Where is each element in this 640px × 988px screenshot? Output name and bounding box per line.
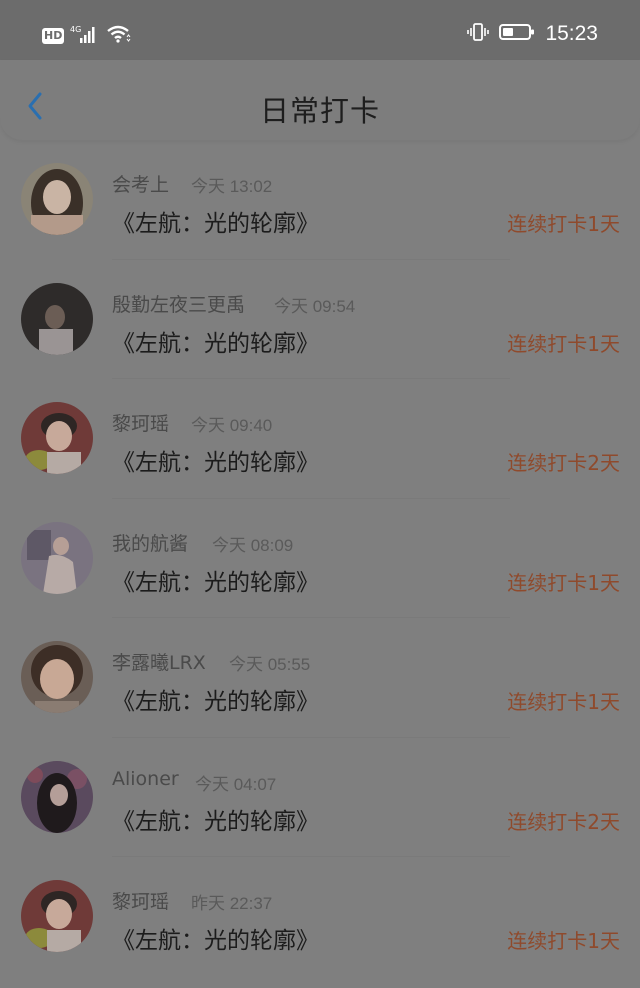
checkin-time: 今天 05:55	[229, 655, 311, 674]
checkin-list: 会考上 今天 13:02 《左航：光的轮廓》 连续打卡1天 殷勤左夜三更禹 今天…	[0, 140, 640, 977]
streak-label: 连续打卡1天	[507, 570, 620, 595]
username: 我的航酱	[112, 532, 189, 555]
page-title: 日常打卡	[259, 94, 380, 128]
clock: 15:23	[545, 22, 598, 45]
book-title[interactable]: 《左航：光的轮廓》	[112, 443, 319, 477]
list-item[interactable]: 会考上 今天 13:02 《左航：光的轮廓》 连续打卡1天	[0, 140, 640, 260]
nav-bar: 日常打卡	[0, 60, 640, 140]
status-left: HD 4G	[42, 24, 132, 48]
vibrate-icon	[467, 22, 490, 46]
checkin-time: 昨天 22:37	[191, 894, 273, 913]
avatar[interactable]	[21, 163, 93, 235]
status-right: 15:23	[467, 22, 598, 46]
streak-label: 连续打卡1天	[507, 212, 620, 236]
avatar[interactable]	[21, 282, 93, 355]
list-item[interactable]: Alioner 今天 04:07 《左航：光的轮廓》 连续打卡2天	[0, 738, 640, 857]
streak-label: 连续打卡1天	[507, 331, 620, 356]
wifi-icon	[106, 24, 132, 48]
signal-icon: 4G	[70, 24, 100, 48]
username: 殷勤左夜三更禹	[112, 293, 246, 316]
book-title[interactable]: 《左航：光的轮廓》	[112, 682, 319, 716]
avatar[interactable]	[21, 641, 93, 713]
checkin-time: 今天 04:07	[195, 774, 277, 794]
hd-icon: HD	[42, 28, 65, 44]
streak-label: 连续打卡2天	[507, 809, 620, 834]
network-type-label: 4G	[70, 25, 81, 34]
username: 黎珂瑶	[112, 413, 170, 435]
list-item[interactable]: 殷勤左夜三更禹 今天 09:54 《左航：光的轮廓》 连续打卡1天	[0, 260, 640, 379]
avatar[interactable]	[21, 521, 93, 594]
book-title[interactable]: 《左航：光的轮廓》	[112, 921, 319, 955]
checkin-time: 今天 09:40	[191, 416, 273, 435]
list-item[interactable]: 李露曦LRX 今天 05:55 《左航：光的轮廓》 连续打卡1天	[0, 618, 640, 738]
username: 黎珂瑶	[112, 891, 170, 913]
list-item[interactable]: 黎珂瑶 今天 09:40 《左航：光的轮廓》 连续打卡2天	[0, 379, 640, 499]
checkin-time: 今天 13:02	[191, 177, 273, 196]
book-title[interactable]: 《左航：光的轮廓》	[112, 324, 319, 358]
avatar[interactable]	[21, 760, 93, 833]
username: 会考上	[112, 174, 170, 196]
book-title[interactable]: 《左航：光的轮廓》	[112, 204, 319, 238]
username: 李露曦LRX	[112, 652, 206, 674]
book-title[interactable]: 《左航：光的轮廓》	[112, 563, 319, 597]
status-bar: HD 4G 15:23	[0, 0, 640, 60]
battery-icon	[499, 22, 535, 46]
avatar[interactable]	[21, 880, 93, 952]
streak-label: 连续打卡1天	[507, 929, 620, 953]
list-item[interactable]: 黎珂瑶 昨天 22:37 《左航：光的轮廓》 连续打卡1天	[0, 857, 640, 977]
checkin-time: 今天 09:54	[274, 296, 356, 316]
checkin-time: 今天 08:09	[212, 535, 294, 555]
username: Alioner	[112, 767, 179, 790]
streak-label: 连续打卡1天	[507, 690, 620, 714]
streak-label: 连续打卡2天	[507, 451, 620, 475]
list-item[interactable]: 我的航酱 今天 08:09 《左航：光的轮廓》 连续打卡1天	[0, 499, 640, 618]
avatar[interactable]	[21, 402, 93, 474]
book-title[interactable]: 《左航：光的轮廓》	[112, 802, 319, 836]
